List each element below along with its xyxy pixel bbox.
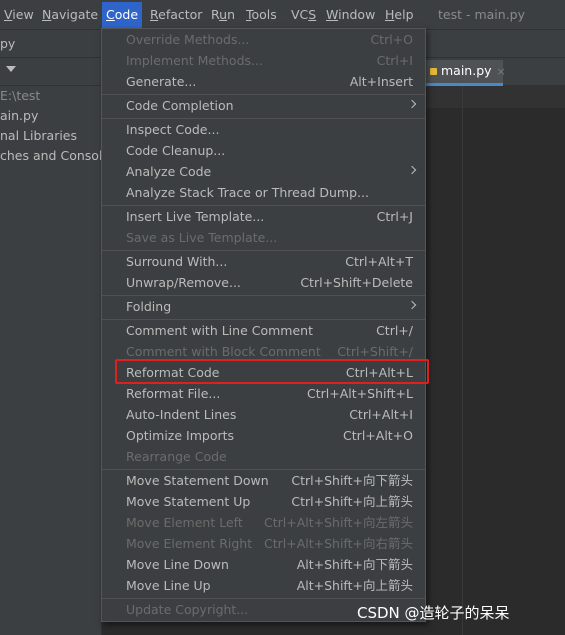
breadcrumb[interactable]: py	[0, 30, 15, 58]
python-file-icon	[430, 68, 437, 75]
menu-item-optimize-imports[interactable]: Optimize Imports Ctrl+Alt+O	[102, 425, 425, 446]
menu-item-generate[interactable]: Generate... Alt+Insert	[102, 71, 425, 92]
menu-vcs[interactable]: VCS	[287, 2, 320, 28]
menu-item-analyze-stack-trace[interactable]: Analyze Stack Trace or Thread Dump...	[102, 182, 425, 203]
menu-help[interactable]: Help	[381, 2, 418, 28]
menu-item-analyze-code[interactable]: Analyze Code	[102, 161, 425, 182]
menu-refactor[interactable]: Refactor	[146, 2, 206, 28]
menu-item-implement-methods[interactable]: Implement Methods... Ctrl+I	[102, 50, 425, 71]
menu-item-move-line-down[interactable]: Move Line Down Alt+Shift+向下箭头	[102, 554, 425, 575]
tree-item-external-libraries[interactable]: nal Libraries	[0, 126, 101, 146]
close-icon[interactable]: ×	[497, 65, 506, 78]
menu-navigate[interactable]: Navigate	[38, 2, 102, 28]
current-line-highlight	[426, 86, 565, 108]
menu-code[interactable]: Code	[102, 2, 143, 28]
chevron-down-icon[interactable]	[6, 66, 16, 72]
menu-item-code-completion[interactable]: Code Completion	[102, 95, 425, 116]
menu-item-inspect-code[interactable]: Inspect Code...	[102, 119, 425, 140]
tree-item-root[interactable]: E:\test	[0, 86, 101, 106]
chevron-right-icon	[407, 165, 417, 175]
menu-window[interactable]: Window	[322, 2, 379, 28]
watermark: CSDN @造轮子的呆呆	[357, 604, 510, 622]
menu-item-save-live-template[interactable]: Save as Live Template...	[102, 227, 425, 248]
menu-run[interactable]: Run	[207, 2, 239, 28]
chevron-right-icon	[407, 300, 417, 310]
tab-label: main.py	[441, 63, 492, 78]
menu-item-move-element-right[interactable]: Move Element Right Ctrl+Alt+Shift+向右箭头	[102, 533, 425, 554]
menu-bar: View Navigate Code Refactor Run Tools VC…	[0, 0, 565, 30]
editor-area[interactable]	[426, 86, 565, 635]
menu-item-folding[interactable]: Folding	[102, 296, 425, 317]
menu-item-auto-indent[interactable]: Auto-Indent Lines Ctrl+Alt+I	[102, 404, 425, 425]
menu-item-comment-line[interactable]: Comment with Line Comment Ctrl+/	[102, 320, 425, 341]
project-panel-header	[0, 58, 101, 86]
menu-item-code-cleanup[interactable]: Code Cleanup...	[102, 140, 425, 161]
menu-item-reformat-file[interactable]: Reformat File... Ctrl+Alt+Shift+L	[102, 383, 425, 404]
gutter-divider	[462, 86, 463, 635]
menu-item-rearrange-code[interactable]: Rearrange Code	[102, 446, 425, 467]
menu-view[interactable]: View	[0, 2, 38, 28]
tree-item-scratches[interactable]: ches and Consoles	[0, 146, 101, 166]
menu-item-override-methods[interactable]: Override Methods... Ctrl+O	[102, 29, 425, 50]
project-panel: E:\test ain.py nal Libraries ches and Co…	[0, 58, 102, 635]
chevron-right-icon	[407, 99, 417, 109]
menu-tools[interactable]: Tools	[242, 2, 281, 28]
tree-item-main-py[interactable]: ain.py	[0, 106, 101, 126]
menu-item-move-line-up[interactable]: Move Line Up Alt+Shift+向上箭头	[102, 575, 425, 596]
tab-main-py[interactable]: main.py ×	[426, 60, 506, 86]
menu-item-unwrap-remove[interactable]: Unwrap/Remove... Ctrl+Shift+Delete	[102, 272, 425, 293]
highlight-annotation-box	[115, 359, 429, 384]
code-menu-dropdown: Override Methods... Ctrl+O Implement Meth…	[101, 28, 426, 622]
editor-tab-bar: main.py ×	[426, 58, 565, 86]
menu-item-surround-with[interactable]: Surround With... Ctrl+Alt+T	[102, 251, 425, 272]
menu-item-move-statement-down[interactable]: Move Statement Down Ctrl+Shift+向下箭头	[102, 470, 425, 491]
menu-item-insert-live-template[interactable]: Insert Live Template... Ctrl+J	[102, 206, 425, 227]
menu-item-move-element-left[interactable]: Move Element Left Ctrl+Alt+Shift+向左箭头	[102, 512, 425, 533]
menu-item-move-statement-up[interactable]: Move Statement Up Ctrl+Shift+向上箭头	[102, 491, 425, 512]
window-title: test - main.py	[438, 7, 525, 22]
